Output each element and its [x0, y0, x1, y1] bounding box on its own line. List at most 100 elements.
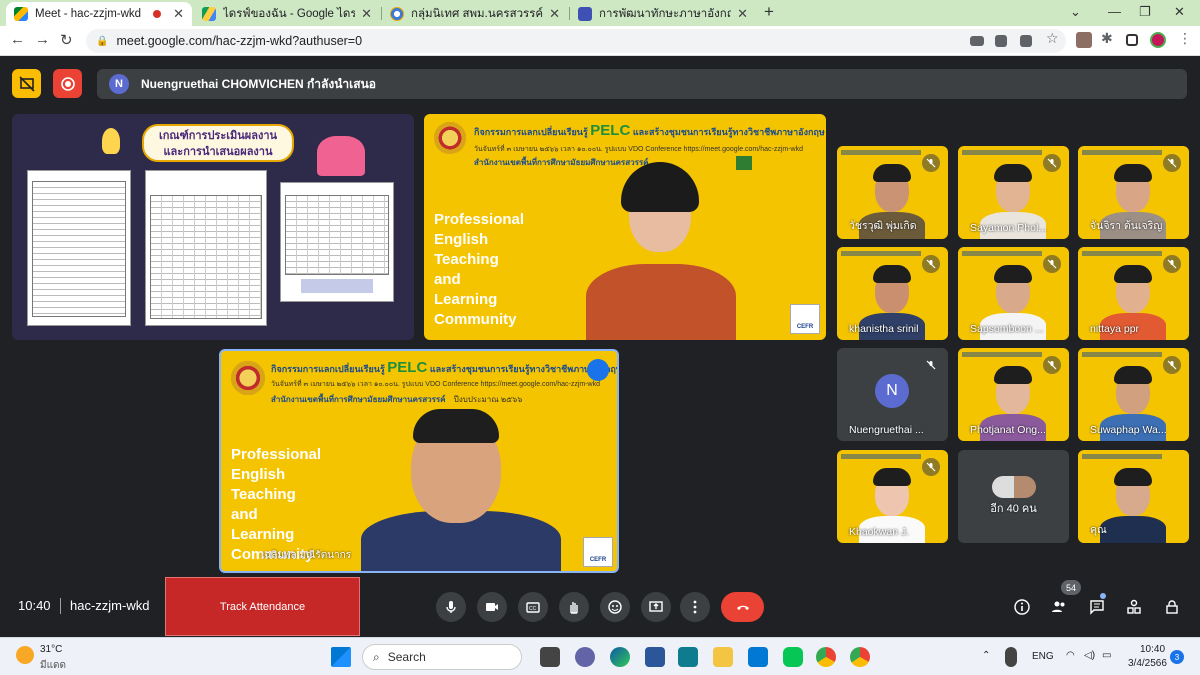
presenter-banner-text: Nuengruethai CHOMVICHEN กำลังนำเสนอ: [141, 76, 377, 91]
reload-icon[interactable]: ↻: [60, 31, 73, 49]
edge-icon[interactable]: [610, 647, 630, 667]
search-icon: ⌕: [373, 649, 380, 664]
task-view-icon[interactable]: [540, 647, 560, 667]
volume-icon[interactable]: ◁): [1084, 650, 1095, 661]
rubric-document-2: [145, 170, 267, 326]
file-explorer-icon[interactable]: [713, 647, 733, 667]
mail-icon[interactable]: [748, 647, 768, 667]
microphone-tray-icon[interactable]: [1005, 647, 1017, 667]
extension-icon[interactable]: [1076, 32, 1092, 48]
activities-icon[interactable]: [1124, 597, 1144, 617]
wifi-icon[interactable]: ◠: [1066, 650, 1075, 661]
letter-l-app-icon[interactable]: [678, 647, 698, 667]
meet-icon: [14, 7, 28, 21]
chat-icon[interactable]: [1087, 597, 1107, 617]
shared-screen-tile[interactable]: เกณฑ์การประเมินผลงาน และการนำเสนอผลงาน: [12, 114, 414, 340]
slide-title: เกณฑ์การประเมินผลงาน และการนำเสนอผลงาน: [142, 124, 294, 162]
teams-icon[interactable]: [575, 647, 595, 667]
back-icon[interactable]: ←: [10, 31, 25, 48]
raise-hand-button[interactable]: [559, 592, 589, 622]
participant-tile[interactable]: จันจิรา ต้นเจริญ: [1078, 146, 1189, 239]
emoji-reaction-button[interactable]: [600, 592, 630, 622]
forward-icon[interactable]: →: [35, 31, 50, 48]
camera-button[interactable]: [477, 592, 507, 622]
battery-icon[interactable]: ▭: [1102, 650, 1111, 661]
camera-icon[interactable]: [970, 36, 984, 46]
minimize-button[interactable]: —: [1108, 4, 1121, 19]
restore-button[interactable]: ❐: [1139, 4, 1151, 20]
bookmark-star-icon[interactable]: ☆: [1046, 30, 1062, 46]
puzzle-icon[interactable]: ✱: [1101, 30, 1117, 46]
participant-name: คุณ: [1090, 524, 1107, 536]
chevron-up-icon[interactable]: ⌃: [982, 650, 990, 661]
participant-name: Khaokwan J.: [849, 526, 910, 538]
end-call-button[interactable]: [721, 592, 764, 622]
tab-drive[interactable]: ไดรฟ์ของฉัน - Google ไดรฟ์ ✕: [194, 2, 380, 26]
host-controls-icon[interactable]: [1162, 597, 1182, 617]
speaker-body: [586, 264, 736, 340]
new-tab-button[interactable]: +: [764, 2, 774, 22]
mic-off-icon: [922, 458, 940, 476]
share-icon[interactable]: [1020, 35, 1032, 47]
participant-avatar: N: [875, 374, 909, 408]
tab-title: กลุ่มนิเทศ สพม.นครสวรรค์: [411, 8, 544, 20]
participant-hair: [1114, 265, 1152, 283]
present-screen-button[interactable]: [641, 592, 671, 622]
people-icon[interactable]: [1049, 597, 1069, 617]
close-icon[interactable]: ✕: [361, 6, 372, 22]
participant-tile[interactable]: อีก 40 คน: [958, 450, 1069, 543]
profile-avatar[interactable]: [1150, 32, 1166, 48]
captions-button[interactable]: CC: [518, 592, 548, 622]
address-bar[interactable]: 🔒 meet.google.com/hac-zzjm-wkd?authuser=…: [86, 29, 1066, 53]
chrome-icon[interactable]: [816, 647, 836, 667]
meeting-info-icon[interactable]: [1012, 597, 1032, 617]
participant-tile[interactable]: Khaokwan J.: [837, 450, 948, 543]
tab-meet[interactable]: Meet - hac-zzjm-wkd ✕: [6, 2, 192, 26]
track-attendance-button[interactable]: Track Attendance: [165, 577, 360, 636]
banner-heading: กิจกรรมการแลกเปลี่ยนเรียนรู้ PELC และสร้…: [271, 359, 617, 376]
participant-tile[interactable]: Photjanat Ong...: [958, 348, 1069, 441]
line-icon[interactable]: [783, 647, 803, 667]
close-icon[interactable]: ✕: [549, 6, 560, 22]
notification-badge[interactable]: 3: [1170, 650, 1184, 664]
recording-indicator-icon[interactable]: [53, 69, 82, 98]
chrome-profile-icon[interactable]: [850, 647, 870, 667]
participant-tile[interactable]: N Nuengruethai ...: [837, 348, 948, 441]
mic-off-icon: [922, 154, 940, 172]
slide-big-text: Professional English Teaching and Learni…: [231, 446, 322, 563]
participant-tile[interactable]: Sapsomboon ...: [958, 247, 1069, 340]
clock-date[interactable]: 3/4/2566: [1128, 658, 1167, 669]
taskbar-search[interactable]: ⌕ Search: [362, 644, 522, 670]
kebab-menu-icon[interactable]: ⋮: [1178, 30, 1194, 46]
weather-desc: มีแดด: [40, 660, 67, 671]
chevron-down-icon[interactable]: ⌄: [1070, 4, 1081, 20]
weather-sun-icon[interactable]: [16, 646, 34, 664]
close-icon[interactable]: ✕: [173, 6, 184, 22]
translate-icon[interactable]: [995, 35, 1007, 47]
clock-time[interactable]: 10:40: [1140, 644, 1165, 655]
more-options-button[interactable]: [680, 592, 710, 622]
participant-tile[interactable]: nittaya ppr: [1078, 247, 1189, 340]
participant-tile[interactable]: วัชรวุฒิ พุ่มเกิด: [837, 146, 948, 239]
participant-tile[interactable]: khanistha srinil: [837, 247, 948, 340]
cartoon-figure: [317, 136, 365, 176]
tab-english-skills[interactable]: การพัฒนาทักษะภาษาอังกฤษ English ✕: [570, 2, 756, 26]
tab-supervision-group[interactable]: กลุ่มนิเทศ สพม.นครสวรรค์ ✕: [382, 2, 568, 26]
language-indicator[interactable]: ENG: [1032, 651, 1054, 662]
participant-tile[interactable]: Sayamon Phol...: [958, 146, 1069, 239]
speaker-tile-main[interactable]: กิจกรรมการแลกเปลี่ยนเรียนรู้ PELC และสร้…: [219, 349, 619, 573]
windows-start-icon[interactable]: [331, 647, 351, 667]
speaker-tile-presenter[interactable]: กิจกรรมการแลกเปลี่ยนเรียนรู้ PELC และสร้…: [424, 114, 826, 340]
participant-tile[interactable]: Suwaphap Wa...: [1078, 348, 1189, 441]
stop-presenting-icon[interactable]: [12, 69, 41, 98]
speaker-hair: [413, 409, 499, 443]
slide-big-text: Professional English Teaching and Learni…: [434, 211, 525, 328]
word-icon[interactable]: [645, 647, 665, 667]
sidepanel-icon[interactable]: [1126, 34, 1138, 46]
participant-tile[interactable]: คุณ: [1078, 450, 1189, 543]
url-text: meet.google.com/hac-zzjm-wkd?authuser=0: [116, 34, 363, 48]
close-icon[interactable]: ✕: [737, 6, 748, 22]
lock-icon: 🔒: [96, 35, 109, 47]
mic-button[interactable]: [436, 592, 466, 622]
window-close-button[interactable]: ✕: [1174, 4, 1185, 20]
